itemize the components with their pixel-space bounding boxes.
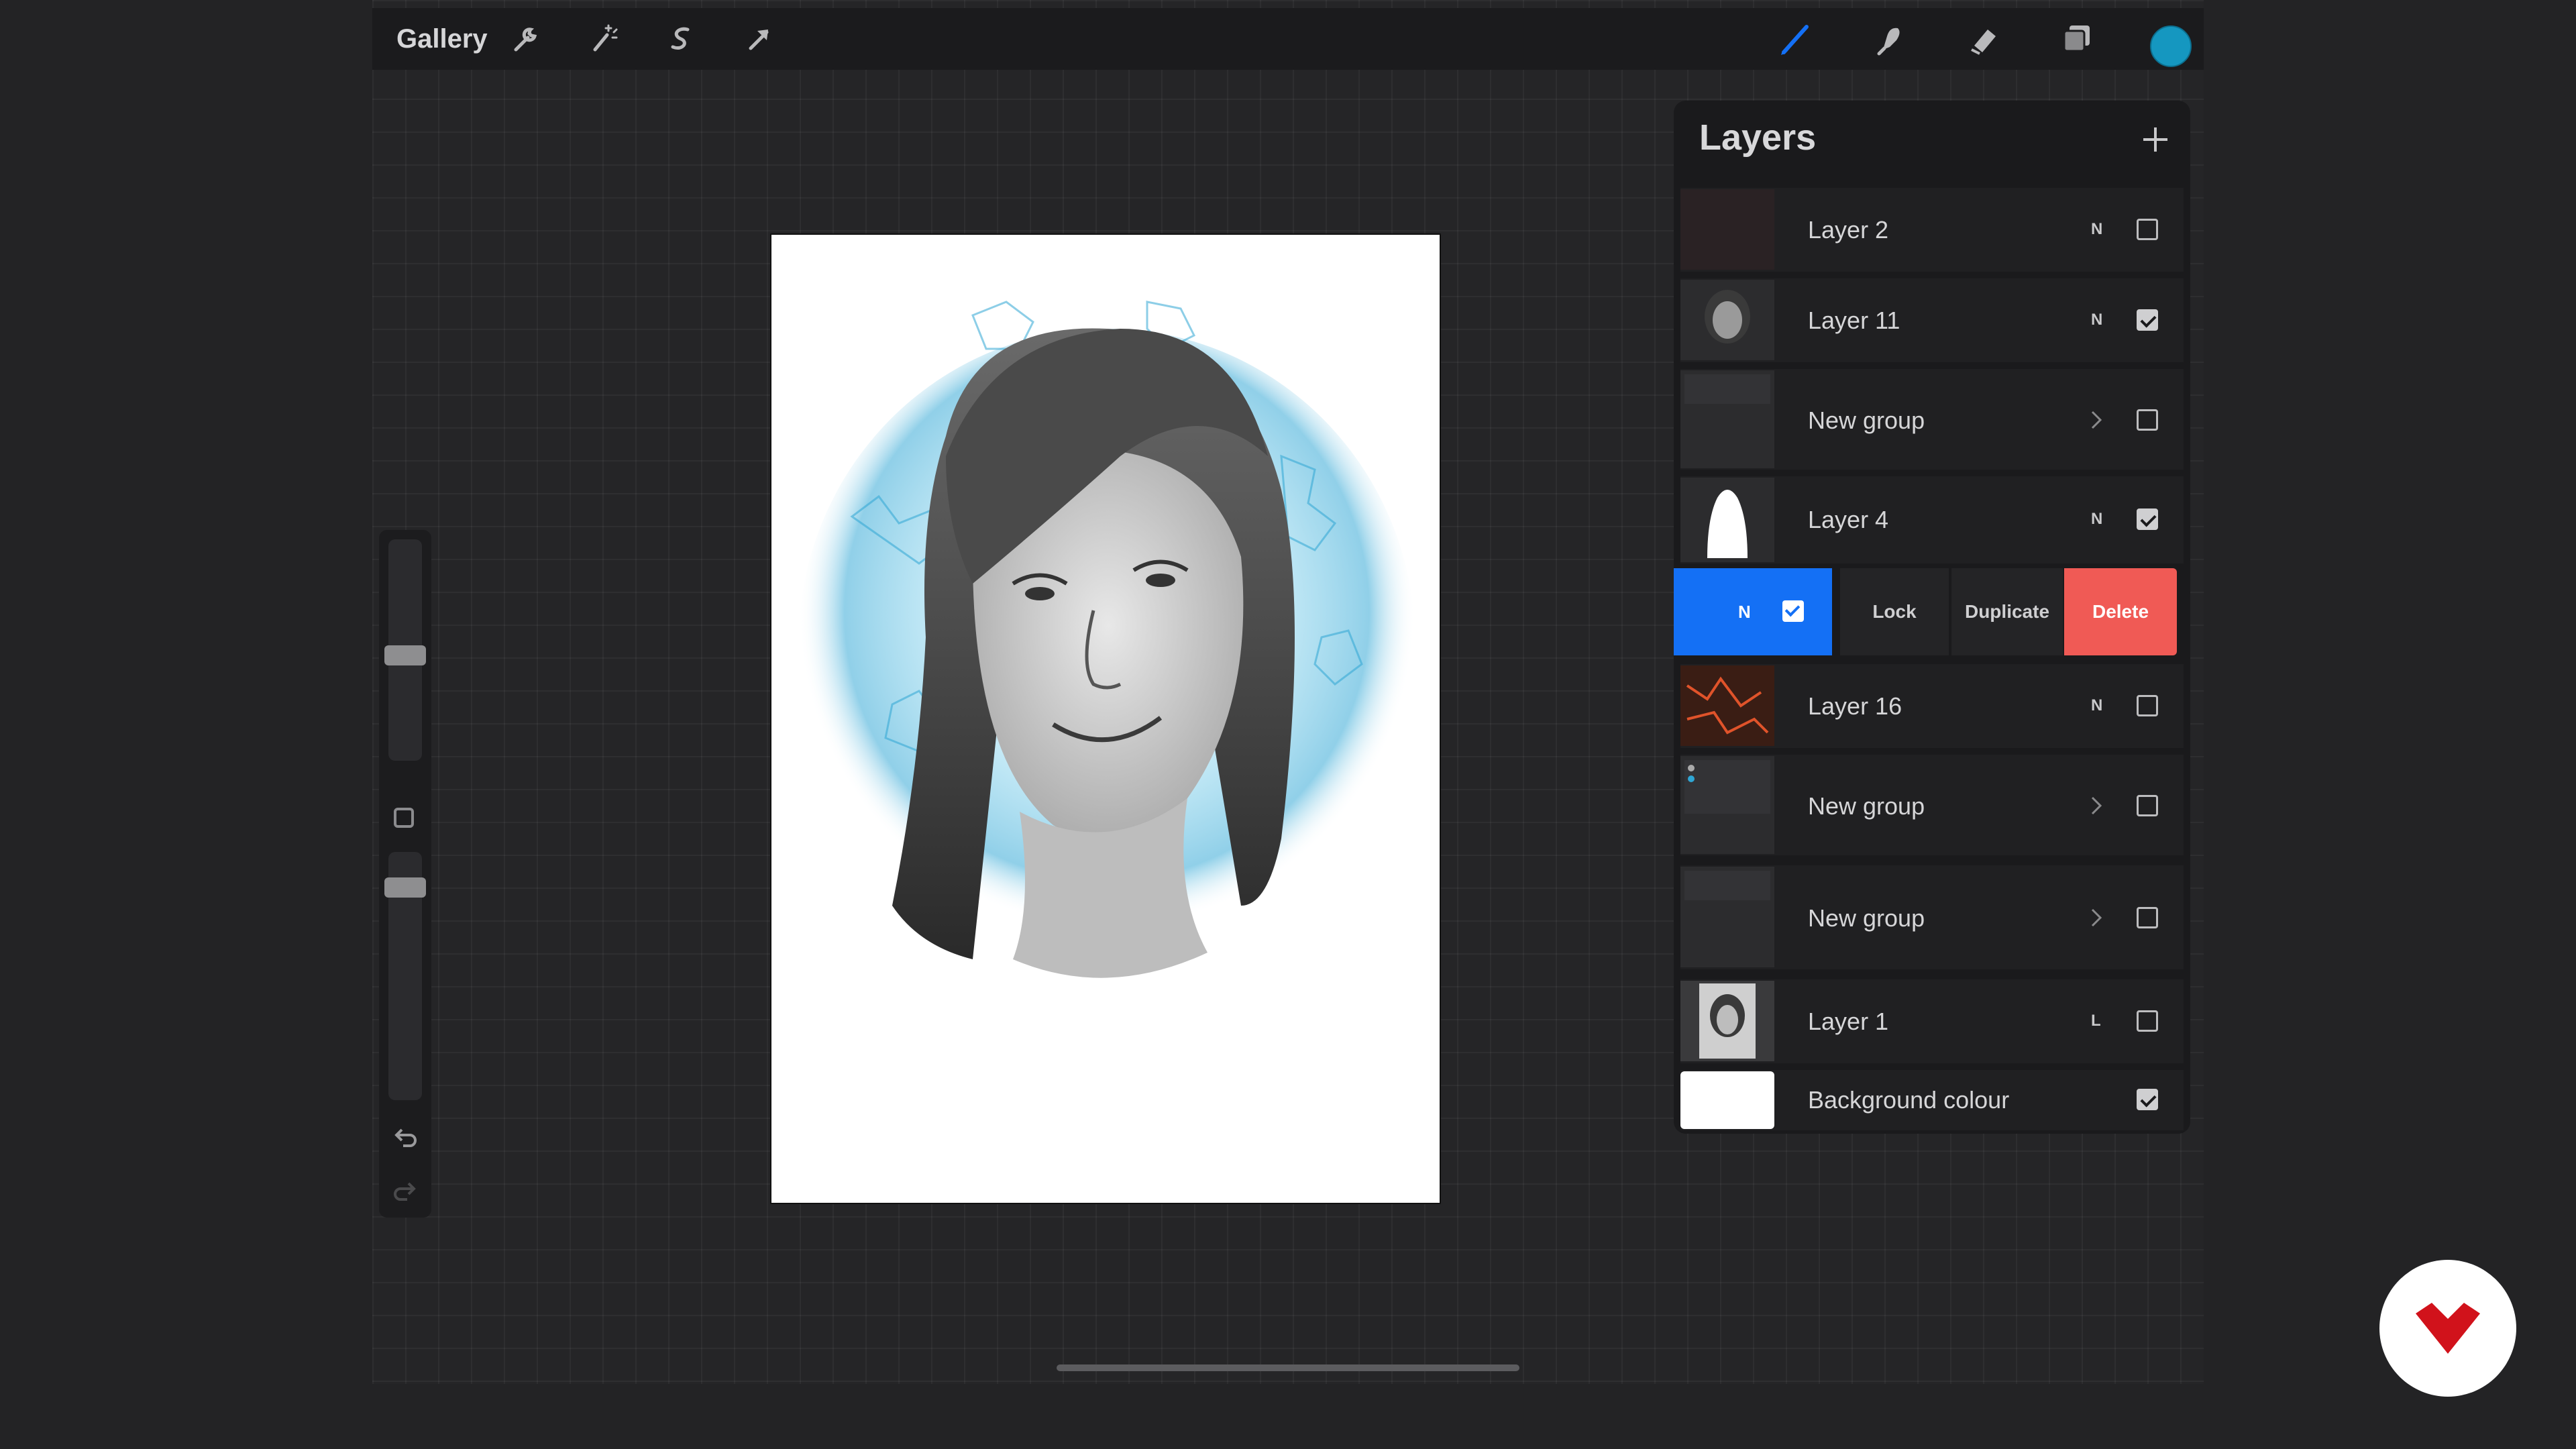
layer-thumbnail bbox=[1680, 665, 1774, 746]
transform-arrow-icon[interactable] bbox=[740, 20, 777, 58]
layers-panel: Layers Layer 2 N Layer 11 N New group La… bbox=[1674, 101, 2190, 1134]
background-colour-swatch[interactable] bbox=[1680, 1071, 1774, 1129]
layer-row[interactable]: Layer 1 L bbox=[1680, 979, 2184, 1063]
brush-icon[interactable] bbox=[1777, 20, 1815, 58]
layer-name: Layer 16 bbox=[1808, 692, 1902, 720]
layer-name: Layer 1 bbox=[1808, 1008, 1889, 1035]
layer-row[interactable]: Layer 4 N bbox=[1680, 476, 2184, 564]
layer-thumbnail bbox=[1680, 189, 1774, 270]
procreate-app: Gallery Layers Layer 2 N Layer 11 N New … bbox=[372, 0, 2204, 1384]
top-toolbar: Gallery bbox=[372, 8, 2204, 70]
gallery-button[interactable]: Gallery bbox=[396, 24, 488, 54]
undo-icon[interactable] bbox=[388, 1120, 422, 1154]
layer-name: Layer 2 bbox=[1808, 216, 1889, 244]
brand-logo bbox=[2379, 1260, 2516, 1397]
group-row[interactable]: New group bbox=[1680, 369, 2184, 470]
brush-size-thumb[interactable] bbox=[384, 645, 426, 665]
visibility-checkbox[interactable] bbox=[2137, 309, 2158, 331]
visibility-checkbox[interactable] bbox=[2137, 1010, 2158, 1032]
layer-name: Layer 11 bbox=[1808, 307, 1900, 334]
delete-button[interactable]: Delete bbox=[2064, 568, 2177, 655]
background-colour-row[interactable]: Background colour bbox=[1680, 1070, 2184, 1130]
layer-name: Background colour bbox=[1808, 1086, 2010, 1114]
opacity-thumb[interactable] bbox=[384, 877, 426, 898]
eraser-icon[interactable] bbox=[1965, 20, 2002, 58]
group-row[interactable]: New group bbox=[1680, 865, 2184, 969]
layer-thumbnail bbox=[1680, 478, 1774, 562]
blend-mode-button[interactable]: N bbox=[1738, 602, 1751, 623]
magic-wand-icon[interactable] bbox=[584, 20, 622, 58]
layer-row[interactable]: Layer 2 N bbox=[1680, 188, 2184, 272]
layer-row[interactable]: Layer 16 N bbox=[1680, 664, 2184, 748]
group-thumbnail bbox=[1680, 756, 1774, 854]
chevron-right-icon[interactable] bbox=[2086, 792, 2106, 819]
visibility-checkbox[interactable] bbox=[2137, 219, 2158, 240]
plus-icon[interactable] bbox=[2137, 121, 2174, 158]
swiped-layer-selected[interactable]: N bbox=[1674, 568, 1832, 655]
left-sidebar bbox=[379, 530, 431, 1218]
visibility-checkbox[interactable] bbox=[2137, 795, 2158, 816]
blend-mode-button[interactable]: N bbox=[2091, 311, 2102, 329]
visibility-checkbox[interactable] bbox=[1782, 600, 1804, 622]
group-thumbnail bbox=[1680, 370, 1774, 468]
layers-icon[interactable] bbox=[2059, 20, 2096, 58]
blend-mode-button[interactable]: L bbox=[2091, 1012, 2101, 1030]
chevron-right-icon[interactable] bbox=[2086, 904, 2106, 931]
portrait-artwork bbox=[798, 301, 1415, 978]
wrench-icon[interactable] bbox=[506, 20, 544, 58]
chevron-right-icon[interactable] bbox=[2086, 407, 2106, 433]
redo-icon[interactable] bbox=[388, 1174, 422, 1208]
duplicate-button[interactable]: Duplicate bbox=[1951, 568, 2063, 655]
blend-mode-button[interactable]: N bbox=[2091, 220, 2102, 239]
group-name: New group bbox=[1808, 904, 1925, 932]
selection-icon[interactable] bbox=[662, 20, 700, 58]
blend-mode-button[interactable]: N bbox=[2091, 696, 2102, 715]
color-picker-button[interactable] bbox=[2150, 25, 2192, 67]
blend-mode-button[interactable]: N bbox=[2091, 510, 2102, 529]
visibility-checkbox[interactable] bbox=[2137, 907, 2158, 928]
drawing-canvas[interactable] bbox=[771, 235, 1440, 1203]
visibility-checkbox[interactable] bbox=[2137, 695, 2158, 716]
layer-thumbnail bbox=[1680, 280, 1774, 360]
swiped-layer-row[interactable]: N Lock Duplicate Delete bbox=[1674, 568, 2190, 655]
visibility-checkbox[interactable] bbox=[2137, 1089, 2158, 1110]
modify-button[interactable] bbox=[394, 808, 414, 828]
layers-title: Layers bbox=[1699, 117, 1817, 158]
layer-name: Layer 4 bbox=[1808, 506, 1889, 533]
group-name: New group bbox=[1808, 792, 1925, 820]
smudge-icon[interactable] bbox=[1871, 20, 1909, 58]
layer-row[interactable]: Layer 11 N bbox=[1680, 278, 2184, 362]
lock-button[interactable]: Lock bbox=[1840, 568, 1949, 655]
layer-thumbnail bbox=[1680, 981, 1774, 1061]
visibility-checkbox[interactable] bbox=[2137, 508, 2158, 530]
group-thumbnail bbox=[1680, 867, 1774, 967]
group-row[interactable]: New group bbox=[1680, 755, 2184, 855]
group-name: New group bbox=[1808, 407, 1925, 434]
home-indicator bbox=[1057, 1364, 1519, 1371]
visibility-checkbox[interactable] bbox=[2137, 409, 2158, 431]
